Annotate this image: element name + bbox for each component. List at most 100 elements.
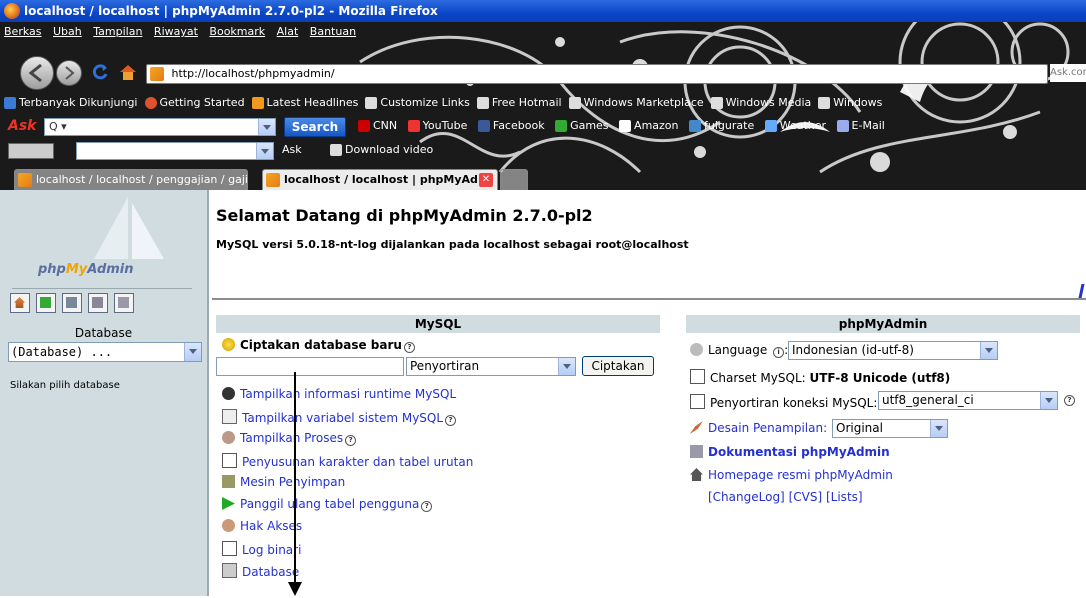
new-tab-button[interactable] — [500, 169, 528, 190]
ask-toolbar-links: CNN YouTube Facebook Games Amazon fulgur… — [358, 119, 885, 132]
toolbar-amazon[interactable]: Amazon — [619, 119, 679, 132]
window-titlebar: localhost / localhost | phpMyAdmin 2.7.0… — [0, 0, 1086, 22]
changelog-link[interactable]: [ChangeLog] — [708, 490, 785, 504]
pma-favicon-icon — [18, 173, 32, 187]
toolbar-email[interactable]: E-Mail — [836, 119, 885, 132]
toolbar2-ask[interactable]: Ask — [282, 143, 302, 156]
chevron-down-icon — [1040, 392, 1057, 409]
theme-select[interactable]: Original — [832, 419, 948, 438]
toolbar-item-label: fulgurate — [704, 119, 755, 132]
bookmark-latest-headlines[interactable]: Latest Headlines — [251, 96, 359, 109]
new-database-icon — [222, 338, 235, 351]
menu-bookmark[interactable]: Bookmark — [209, 25, 265, 38]
toolbar-facebook[interactable]: Facebook — [477, 119, 545, 132]
charset-icon — [222, 453, 237, 468]
bookmark-windows-media[interactable]: Windows Media — [710, 96, 811, 109]
collation-select-value: Penyortiran — [410, 359, 480, 373]
extra-links: [ChangeLog] [CVS] [Lists] — [708, 490, 863, 504]
pma-favicon-icon — [266, 173, 280, 187]
help-icon[interactable]: ? — [345, 435, 357, 446]
new-database-name-input[interactable] — [216, 357, 404, 376]
download-video-button[interactable]: Download video — [330, 143, 433, 156]
youtube-icon — [407, 120, 420, 132]
reload-button[interactable] — [90, 62, 110, 82]
firefox-small-icon — [144, 97, 157, 109]
charset-icon — [690, 369, 705, 384]
toolbar2-icon[interactable] — [8, 143, 54, 159]
bookmark-label: Latest Headlines — [266, 96, 359, 109]
lists-link[interactable]: [Lists] — [826, 490, 863, 504]
bookmark-windows[interactable]: Windows — [818, 96, 882, 109]
mysql-link-reload[interactable]: Panggil ulang tabel pengguna? — [222, 497, 433, 512]
bookmark-free-hotmail[interactable]: Free Hotmail — [476, 96, 562, 109]
tab-penggajian[interactable]: localhost / localhost / penggajian / gaj… — [14, 169, 248, 190]
forward-button[interactable] — [56, 60, 82, 86]
mysql-link-variables[interactable]: Tampilkan variabel sistem MySQL? — [222, 409, 457, 426]
cvs-link[interactable]: [CVS] — [789, 490, 823, 504]
help-icon[interactable]: ? — [421, 501, 433, 512]
bookmark-windows-marketplace[interactable]: Windows Marketplace — [568, 96, 704, 109]
menu-ubah[interactable]: Ubah — [53, 25, 82, 38]
help-icon[interactable]: ? — [403, 342, 415, 353]
language-select[interactable]: Indonesian (id-utf-8) — [788, 341, 998, 360]
info-icon — [222, 387, 235, 400]
conn-collation-row: Penyortiran koneksi MySQL: — [690, 394, 877, 410]
sql-button[interactable] — [62, 293, 82, 313]
help-icon[interactable]: ? — [1064, 395, 1075, 406]
bookmark-label: Windows — [833, 96, 883, 109]
firefox-icon — [4, 3, 20, 19]
toolbar-weather[interactable]: Weather — [764, 119, 826, 132]
toolbar-youtube[interactable]: YouTube — [407, 119, 467, 132]
address-bar[interactable]: http://localhost/phpmyadmin/ — [146, 64, 1048, 84]
toolbar-games[interactable]: Games — [555, 119, 609, 132]
menu-bantuan[interactable]: Bantuan — [310, 25, 356, 38]
toolbar2-input[interactable] — [76, 142, 274, 160]
home-button[interactable] — [118, 62, 138, 82]
docs-button[interactable] — [88, 293, 108, 313]
ask-search-box[interactable]: Ask.cor — [1050, 64, 1086, 82]
documentation-link[interactable]: Dokumentasi phpMyAdmin — [690, 445, 890, 459]
query-window-button[interactable] — [36, 293, 56, 313]
home-icon — [120, 65, 136, 80]
conn-collation-select[interactable]: utf8_general_ci — [878, 391, 1058, 410]
ask-search-button[interactable]: Search — [284, 117, 346, 137]
star-icon[interactable]: ☆ — [1018, 66, 1030, 81]
chevron-down-icon — [558, 358, 575, 375]
toolbar-item-label: Games — [570, 119, 609, 132]
menu-tampilan[interactable]: Tampilan — [93, 25, 142, 38]
toolbar-item-label: Facebook — [492, 119, 545, 132]
chevron-down-icon — [980, 342, 997, 359]
mysql-docs-button[interactable] — [114, 293, 134, 313]
info-circle-icon[interactable]: i — [773, 347, 785, 358]
database-select[interactable]: (Database) ... — [8, 342, 202, 362]
menu-alat[interactable]: Alat — [277, 25, 299, 38]
collation-icon — [690, 394, 705, 409]
homepage-link[interactable]: Homepage resmi phpMyAdmin — [690, 468, 893, 482]
help-icon[interactable]: ? — [445, 415, 457, 426]
back-button[interactable] — [20, 56, 54, 90]
bookmark-getting-started[interactable]: Getting Started — [144, 96, 245, 109]
phpmyadmin-logo[interactable]: phpMyAdmin — [38, 262, 134, 277]
mysql-link-runtime[interactable]: Tampilkan informasi runtime MySQL — [222, 387, 456, 401]
mysql-link-charsets[interactable]: Penyusunan karakter dan tabel urutan — [222, 453, 473, 469]
ask-toolbar-search-input[interactable]: Q ▾ — [44, 118, 276, 136]
bookmark-customize-links[interactable]: Customize Links — [365, 96, 470, 109]
toolbar-cnn[interactable]: CNN — [358, 119, 397, 132]
close-tab-icon[interactable]: ✕ — [479, 173, 493, 187]
charset-value: UTF-8 Unicode (utf8) — [809, 371, 951, 385]
create-db-text: Ciptakan database baru — [240, 338, 402, 352]
mysql-link-engines[interactable]: Mesin Penyimpan — [222, 475, 345, 489]
home-nav-button[interactable] — [10, 293, 30, 313]
database-icon — [222, 563, 237, 578]
toolbar-item-label: E-Mail — [851, 119, 885, 132]
collation-select[interactable]: Penyortiran — [406, 357, 576, 376]
variables-icon — [222, 409, 237, 424]
bookmark-most-visited[interactable]: Terbanyak Dikunjungi — [4, 96, 138, 109]
dropdown-arrow-icon — [256, 143, 273, 159]
tab-phpmyadmin[interactable]: localhost / localhost | phpMyAd... ✕ — [262, 169, 498, 190]
create-database-button[interactable]: Ciptakan — [582, 356, 654, 376]
toolbar-fulgurate[interactable]: fulgurate — [689, 119, 754, 132]
menu-berkas[interactable]: Berkas — [4, 25, 42, 38]
menu-riwayat[interactable]: Riwayat — [154, 25, 198, 38]
help-icon — [118, 297, 129, 308]
